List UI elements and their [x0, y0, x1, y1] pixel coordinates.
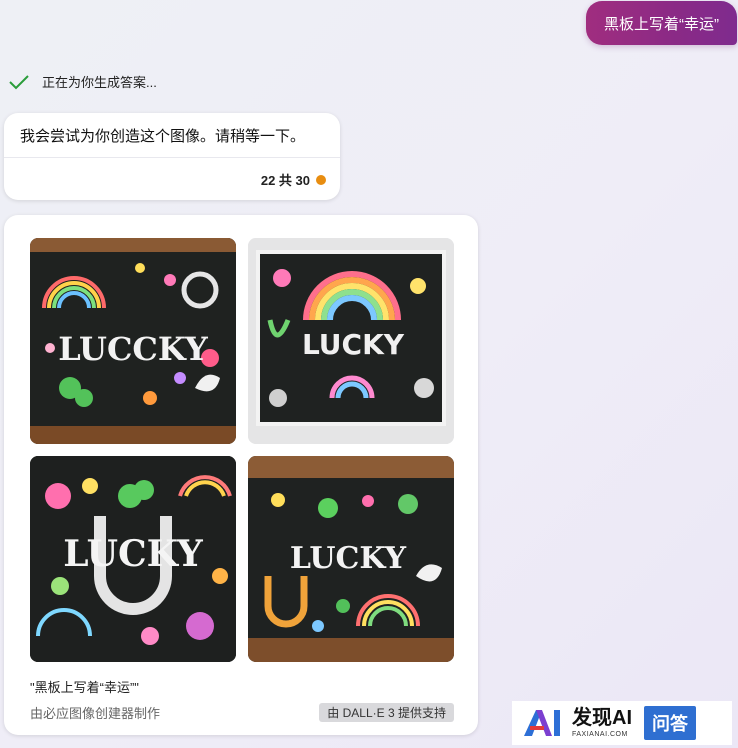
watermark-title: 发现AI — [572, 707, 632, 729]
turn-indicator-dot — [316, 174, 326, 185]
image-4-lettering: LUCKY — [290, 541, 407, 576]
user-message-bubble: 黑板上写着“幸运” — [586, 1, 737, 45]
generated-image-3[interactable]: LUCKY — [30, 456, 236, 662]
generated-image-4[interactable]: LUCKY — [248, 456, 454, 662]
message-divider — [4, 157, 340, 158]
assistant-message-text: 我会尝试为你创造这个图像。请稍等一下。 — [20, 128, 306, 145]
watermark-subtitle: FAXIANAI.COM — [572, 731, 628, 738]
generated-image-1[interactable]: LUCCKY — [30, 238, 236, 444]
status-text: 正在为你生成答案... — [42, 75, 157, 90]
site-watermark: 发现AI FAXIANAI.COM 问答 — [512, 701, 732, 745]
dalle-badge[interactable]: 由 DALL·E 3 提供支持 — [319, 703, 454, 722]
turn-counter: 22 共 30 — [261, 170, 326, 189]
image-result-card: LUCCKY LUCKY LUCKY LUCKY "黑板上写着“幸运”" 由必应… — [4, 215, 478, 735]
watermark-qa-box: 问答 — [644, 706, 696, 740]
image-creator-label: 由必应图像创建器制作 — [30, 706, 161, 721]
generation-status: 正在为你生成答案... — [8, 72, 157, 91]
generated-image-2[interactable]: LUCKY — [248, 238, 454, 444]
user-message-text: 黑板上写着“幸运” — [604, 15, 719, 33]
checkmark-icon — [9, 74, 29, 89]
ai-logo-icon — [524, 710, 560, 736]
image-3-lettering: LUCKY — [63, 533, 204, 575]
image-prompt-caption: "黑板上写着“幸运”" — [30, 680, 139, 695]
image-2-lettering: LUCKY — [302, 328, 405, 361]
image-1-lettering: LUCCKY — [58, 330, 209, 368]
turn-counter-text: 22 共 30 — [260, 173, 310, 188]
assistant-message-card: 我会尝试为你创造这个图像。请稍等一下。 22 共 30 — [4, 113, 340, 200]
